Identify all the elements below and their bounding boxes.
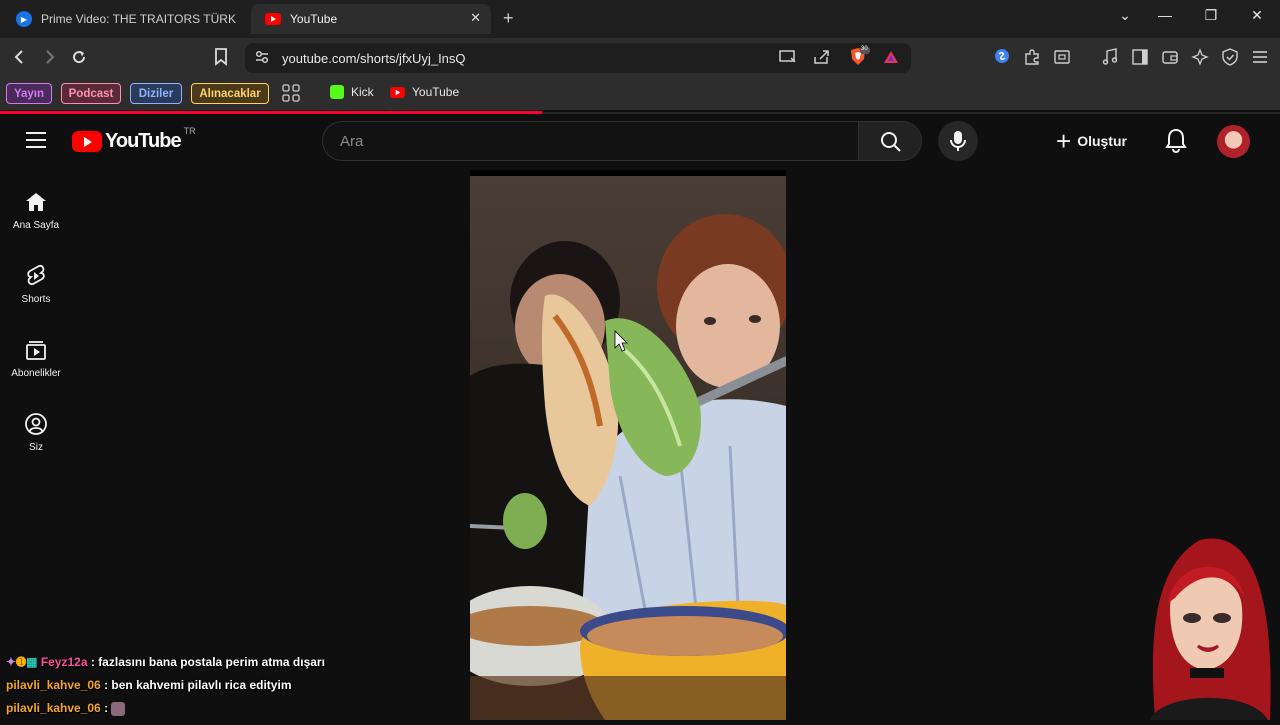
- screenshot-icon[interactable]: [1052, 48, 1072, 70]
- vpn-shield-icon[interactable]: [1220, 48, 1240, 70]
- address-bar[interactable]: youtube.com/shorts/jfxUyj_InsQ 30: [245, 43, 911, 73]
- media-controls-icon[interactable]: [1100, 48, 1120, 70]
- shield-count: 30: [861, 46, 868, 52]
- minimize-button[interactable]: —: [1153, 7, 1177, 23]
- reload-button[interactable]: [68, 48, 90, 70]
- guide-menu-icon[interactable]: [26, 132, 46, 148]
- search-icon: [881, 132, 901, 152]
- chat-badge-icon: ➊: [16, 655, 27, 669]
- sidebar-item-label: Shorts: [21, 294, 51, 305]
- youtube-icon: [390, 86, 405, 98]
- bookmark-youtube[interactable]: YouTube: [390, 85, 459, 99]
- chat-badge-icon: ▦: [26, 655, 38, 669]
- plus-icon: +: [1056, 126, 1072, 156]
- sidebar-toggle-icon[interactable]: [1130, 48, 1150, 70]
- emote-icon: [111, 701, 126, 716]
- bookmark-label: Alınacaklar: [199, 87, 261, 100]
- bookmark-label: Podcast: [68, 87, 114, 100]
- country-code: TR: [183, 126, 196, 136]
- home-icon: [26, 193, 46, 211]
- prime-video-icon: ▶: [16, 11, 32, 27]
- bookmark-label: Kick: [351, 85, 374, 99]
- tab-youtube[interactable]: YouTube ✕: [251, 4, 491, 34]
- sidebar-item-home[interactable]: Ana Sayfa: [0, 190, 72, 231]
- sidebar-item-shorts[interactable]: Shorts: [0, 264, 72, 305]
- back-button[interactable]: [9, 48, 31, 70]
- kick-icon: [330, 85, 344, 99]
- extensions-icon[interactable]: [1022, 48, 1042, 70]
- bookmark-label: Yayın: [13, 87, 45, 100]
- chat-badges-icon: ✦: [6, 655, 17, 669]
- sidebar-item-label: Abonelikler: [11, 368, 61, 379]
- leo-ai-icon[interactable]: [1190, 48, 1210, 70]
- apps-grid-icon[interactable]: [282, 84, 300, 102]
- bookmarks-bar: Yayın Podcast Diziler Alınacaklar Kick Y…: [0, 78, 1280, 110]
- sidebar-item-label: Ana Sayfa: [12, 220, 60, 231]
- site-settings-icon[interactable]: [254, 49, 270, 68]
- bookmark-alinacaklar[interactable]: Alınacaklar: [191, 83, 269, 104]
- translate-extension-icon[interactable]: [992, 48, 1012, 68]
- tab-title: Prime Video: THE TRAITORS TÜRKİYE: [41, 12, 236, 26]
- new-tab-button[interactable]: +: [503, 8, 514, 29]
- chat-message: ✦➊▦ Feyz12a : fazlasını bana postala per…: [6, 655, 325, 669]
- chat-text: : fazlasını bana postala perim atma dışa…: [90, 655, 325, 669]
- chat-text: : ben kahvemi pilavlı rica edityim: [104, 678, 292, 692]
- install-app-icon[interactable]: [779, 49, 797, 68]
- bookmark-diziler[interactable]: Diziler: [130, 83, 182, 104]
- tab-title: YouTube: [290, 12, 338, 26]
- chat-username: pilavli_kahve_06: [6, 701, 101, 715]
- bookmark-kick[interactable]: Kick: [330, 85, 374, 99]
- close-window-button[interactable]: ✕: [1245, 7, 1269, 24]
- wallet-icon[interactable]: [1160, 48, 1180, 70]
- voice-search-button[interactable]: [938, 121, 978, 161]
- youtube-icon: [265, 11, 281, 27]
- bookmark-label: Diziler: [138, 87, 174, 100]
- chat-message: pilavli_kahve_06 : ben kahvemi pilavlı r…: [6, 678, 291, 692]
- brave-shields-icon[interactable]: 30: [848, 46, 870, 70]
- close-tab-icon[interactable]: ✕: [470, 10, 481, 26]
- menu-icon[interactable]: [1250, 48, 1270, 70]
- youtube-play-logo-icon: [72, 131, 102, 152]
- search-placeholder: Ara: [340, 133, 364, 150]
- youtube-masthead: YouTube TR Ara + Oluştur: [0, 114, 1280, 170]
- create-label: Oluştur: [1077, 133, 1127, 149]
- video-frame-image: [470, 176, 786, 720]
- bookmark-yayin[interactable]: Yayın: [6, 83, 52, 104]
- tab-prime-video[interactable]: ▶ Prime Video: THE TRAITORS TÜRKİYE: [2, 4, 247, 34]
- subscriptions-icon: [26, 341, 46, 360]
- logo-wordmark: YouTube: [105, 130, 182, 152]
- you-icon: [25, 413, 47, 435]
- chat-username: pilavli_kahve_06: [6, 678, 101, 692]
- shorts-icon: [27, 264, 45, 286]
- url-text: youtube.com/shorts/jfxUyj_InsQ: [282, 51, 466, 66]
- search-button[interactable]: [858, 121, 922, 161]
- chat-message: pilavli_kahve_06 :: [6, 701, 126, 716]
- sidebar-item-label: Siz: [29, 442, 43, 453]
- chat-text: :: [104, 701, 109, 715]
- tab-search-chevron-icon[interactable]: ⌄: [1113, 7, 1137, 24]
- brave-rewards-icon[interactable]: [883, 49, 899, 68]
- youtube-logo[interactable]: YouTube TR: [72, 126, 196, 153]
- account-avatar[interactable]: [1217, 125, 1250, 158]
- bookmark-icon[interactable]: [210, 48, 232, 70]
- browser-toolbar: youtube.com/shorts/jfxUyj_InsQ 30: [0, 38, 1280, 78]
- create-button[interactable]: + Oluştur: [1056, 127, 1127, 155]
- restore-button[interactable]: ❐: [1199, 7, 1223, 24]
- notifications-bell-icon[interactable]: [1165, 128, 1187, 159]
- search-input[interactable]: Ara: [322, 121, 859, 161]
- bookmark-podcast[interactable]: Podcast: [61, 83, 121, 104]
- streamer-avatar-illustration: [1130, 528, 1280, 720]
- sidebar-item-you[interactable]: Siz: [0, 412, 72, 453]
- forward-button[interactable]: [38, 48, 60, 70]
- microphone-icon: [950, 131, 966, 151]
- shorts-video-player[interactable]: [470, 176, 786, 720]
- chat-username: Feyz12a: [40, 655, 88, 669]
- sidebar-item-subscriptions[interactable]: Abonelikler: [0, 338, 72, 379]
- bookmark-label: YouTube: [412, 85, 460, 99]
- share-icon[interactable]: [813, 49, 831, 68]
- browser-tab-strip: ▶ Prime Video: THE TRAITORS TÜRKİYE YouT…: [0, 0, 1280, 38]
